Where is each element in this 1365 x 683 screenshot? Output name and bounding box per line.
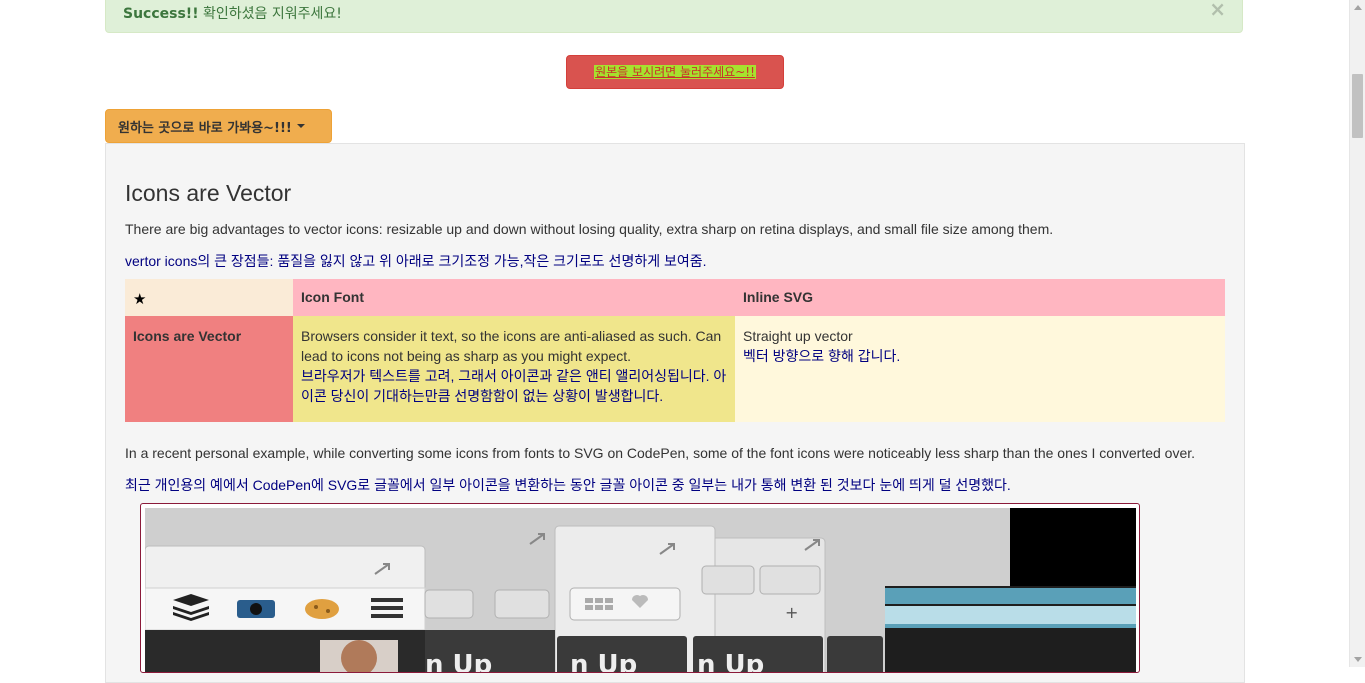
table-header-row: ★ Icon Font Inline SVG <box>125 279 1225 316</box>
intro-text-ko: vertor icons의 큰 장점들: 품질을 잃지 않고 위 아래로 크기조… <box>125 253 707 269</box>
example-screenshot: + n Up n Up n Up <box>145 508 1136 673</box>
example-text-en: In a recent personal example, while conv… <box>125 445 1196 461</box>
jump-dropdown-label: 원하는 곳으로 바로 가봐용~!!! <box>118 120 292 136</box>
scroll-up-arrow-icon[interactable] <box>1354 5 1362 10</box>
screenshot-button-text: n Up <box>570 650 638 673</box>
scroll-down-arrow-icon[interactable] <box>1354 657 1362 662</box>
caret-down-icon <box>296 124 305 128</box>
comparison-table: ★ Icon Font Inline SVG Icons are Vector … <box>125 279 1225 422</box>
alert-text: 확인하셨음 지워주세요! <box>198 6 342 22</box>
plus-icon: + <box>785 603 798 622</box>
icon-font-text-en: Browsers consider it text, so the icons … <box>301 328 722 364</box>
menu-icon <box>371 598 403 618</box>
key-icon <box>494 589 550 619</box>
icon-font-cell: Browsers consider it text, so the icons … <box>293 316 735 422</box>
close-icon[interactable]: × <box>1209 0 1226 19</box>
intro-text-en: There are big advantages to vector icons… <box>125 221 1054 237</box>
inline-svg-text-ko: 벡터 방향으로 향해 갑니다. <box>743 348 901 364</box>
header-inline-svg: Inline SVG <box>735 279 1225 316</box>
camera-icon <box>237 600 275 618</box>
header-icon-font: Icon Font <box>293 279 735 316</box>
row-label: Icons are Vector <box>125 316 293 422</box>
inline-svg-cell: Straight up vector 벡터 방향으로 향해 갑니다. <box>735 316 1225 422</box>
scrollbar-thumb[interactable] <box>1352 74 1363 138</box>
alert-strong: Success!! <box>123 6 199 22</box>
screenshot-button-text: n Up <box>697 650 765 673</box>
alert-message: Success!! 확인하셨음 지워주세요! <box>123 3 342 23</box>
cookie-icon <box>305 599 339 619</box>
refresh-icon <box>424 589 474 619</box>
example-screenshot-frame: + n Up n Up n Up <box>140 503 1140 673</box>
view-original-button[interactable]: 원본을 보시려면 눌러주세요~!! <box>566 55 784 89</box>
icon-font-text-ko: 브라우저가 텍스트를 고려, 그래서 아이콘과 같은 앤티 앨리어싱됩니다. 아… <box>301 368 727 404</box>
screenshot-illustration: + <box>145 508 1136 672</box>
section-title: Icons are Vector <box>125 180 292 206</box>
screenshot-button-text: n Up <box>425 650 493 673</box>
view-original-label[interactable]: 원본을 보시려면 눌러주세요~!! <box>594 65 756 79</box>
jump-to-section-dropdown[interactable]: 원하는 곳으로 바로 가봐용~!!! <box>105 109 332 143</box>
star-icon: ★ <box>125 279 293 316</box>
table-row: Icons are Vector Browsers consider it te… <box>125 316 1225 422</box>
example-text-ko: 최근 개인용의 예에서 CodePen에 SVG로 글꼴에서 일부 아이콘을 변… <box>125 477 1011 493</box>
vertical-scrollbar[interactable] <box>1349 0 1365 667</box>
success-alert: Success!! 확인하셨음 지워주세요! × <box>105 0 1243 33</box>
inline-svg-text-en: Straight up vector <box>743 328 853 344</box>
